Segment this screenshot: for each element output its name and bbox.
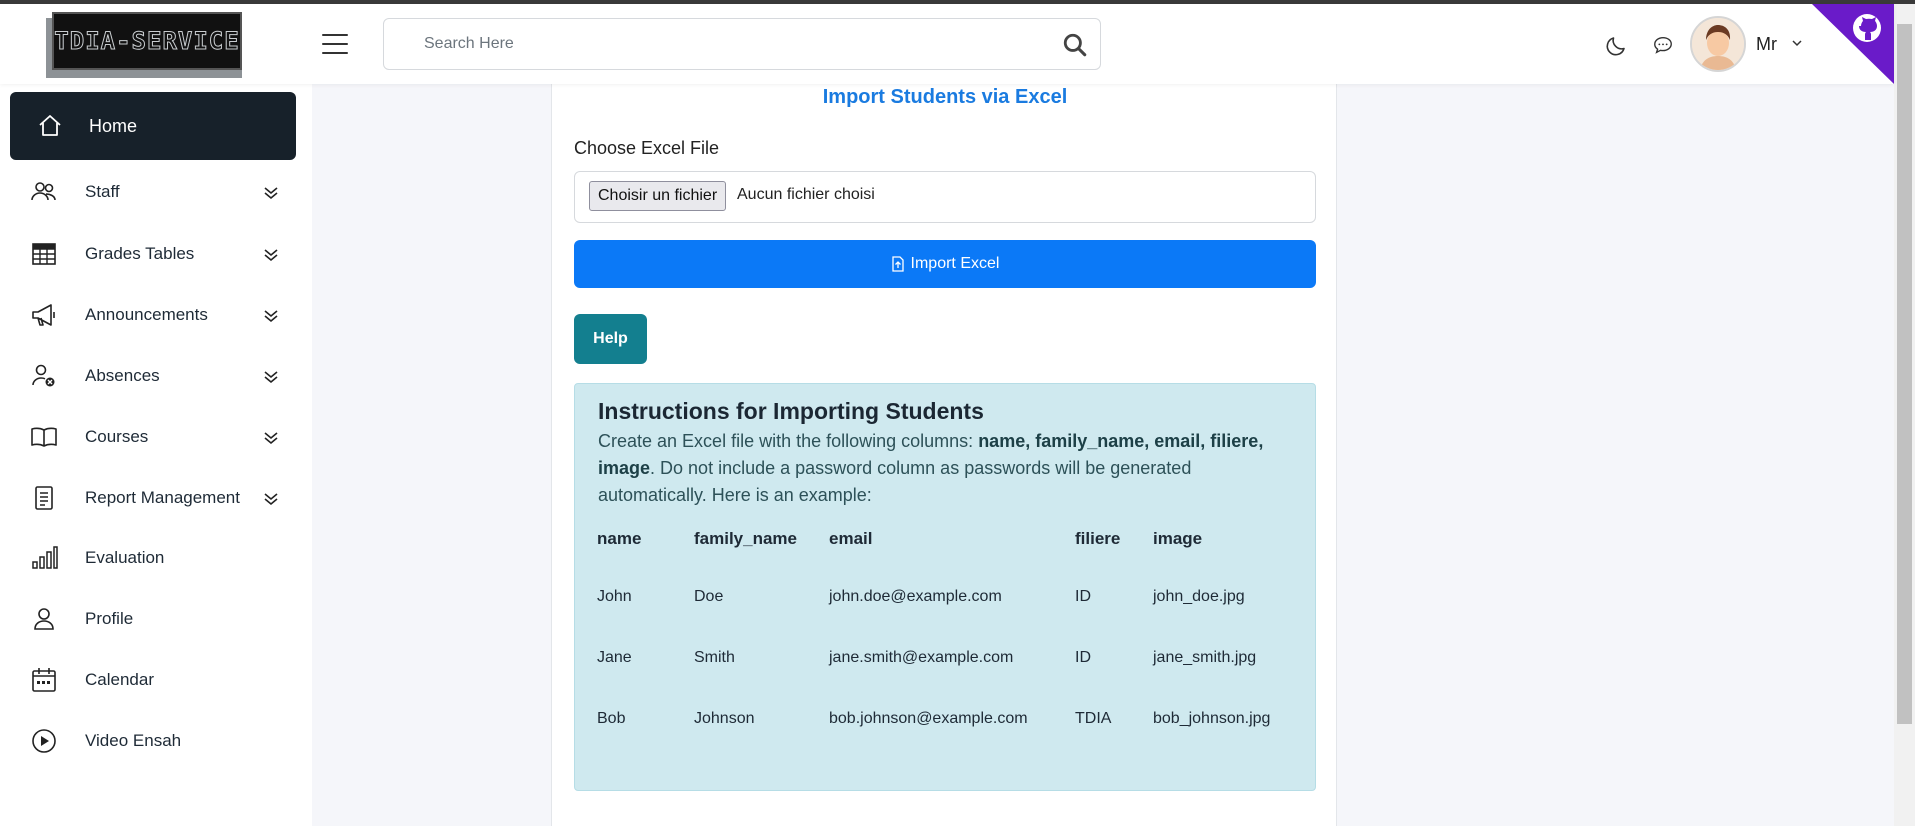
- top-header: TDIA-SERVICE Mr: [0, 4, 1894, 84]
- page-title: Import Students via Excel: [822, 86, 1068, 108]
- user-icon: [34, 608, 54, 630]
- sidebar-item-announcements[interactable]: Announcements: [0, 285, 312, 345]
- instructions-description: Create an Excel file with the following …: [598, 431, 1264, 505]
- sidebar-item-calendar[interactable]: Calendar: [0, 650, 312, 710]
- logo-text: TDIA-SERVICE: [54, 27, 240, 56]
- import-excel-button[interactable]: Import Excel: [574, 240, 1316, 288]
- megaphone-icon: [32, 304, 55, 326]
- home-icon: [39, 115, 61, 136]
- user-x-icon: [32, 364, 55, 387]
- bar-chart-icon: [32, 546, 58, 569]
- chevron-down-icon: [264, 493, 278, 506]
- table-header-row: name family_name email filiere image: [597, 512, 1283, 566]
- table-row: John Doe john.doe@example.com ID john_do…: [597, 566, 1283, 627]
- play-circle-icon: [32, 729, 56, 753]
- sidebar-item-report-management[interactable]: Report Management: [0, 468, 312, 528]
- table-cell: ID: [1075, 587, 1091, 605]
- document-icon: [35, 486, 53, 510]
- table-cell: john_doe.jpg: [1153, 587, 1245, 605]
- instructions-panel: Instructions for Importing Students Crea…: [574, 383, 1316, 791]
- avatar-face-icon: [1692, 18, 1744, 70]
- sidebar-item-home[interactable]: Home: [10, 92, 296, 160]
- table-row: Jane Smith jane.smith@example.com ID jan…: [597, 627, 1283, 688]
- file-label: Choose Excel File: [574, 138, 720, 158]
- sidebar-item-courses[interactable]: Courses: [0, 407, 312, 467]
- chevron-down-icon[interactable]: [1790, 36, 1804, 50]
- table-cell: ID: [1075, 648, 1091, 666]
- table-cell: John: [597, 587, 632, 605]
- column-header: email: [829, 529, 873, 548]
- file-status: Aucun fichier choisi: [737, 186, 875, 203]
- users-icon: [31, 182, 56, 201]
- chat-icon[interactable]: [1652, 34, 1674, 56]
- sidebar-item-absences[interactable]: Absences: [0, 346, 312, 406]
- page-scrollbar[interactable]: [1894, 4, 1915, 826]
- import-card: Import Students via Excel Choose Excel F…: [551, 84, 1337, 826]
- chevron-down-icon: [264, 371, 278, 384]
- sidebar: Home Staff Grades Tables Announcements A…: [0, 84, 312, 826]
- column-header: name: [597, 529, 642, 548]
- file-arrow-up-icon: [891, 256, 904, 272]
- sidebar-item-staff[interactable]: Staff: [0, 162, 312, 222]
- table-cell: TDIA: [1075, 709, 1112, 727]
- column-header: filiere: [1075, 529, 1121, 548]
- chevron-down-icon: [264, 310, 278, 323]
- table-cell: jane_smith.jpg: [1153, 648, 1257, 666]
- table-cell: bob.johnson@example.com: [829, 709, 1028, 727]
- table-cell: jane.smith@example.com: [829, 648, 1014, 666]
- sidebar-item-grades-tables[interactable]: Grades Tables: [0, 224, 312, 284]
- table-row: Bob Johnson bob.johnson@example.com TDIA…: [597, 688, 1283, 749]
- chevron-down-icon: [264, 432, 278, 445]
- search-icon[interactable]: [1062, 32, 1088, 58]
- file-input[interactable]: Choisir un fichier Aucun fichier choisi: [574, 171, 1316, 223]
- column-header: family_name: [694, 529, 797, 548]
- help-button[interactable]: Help: [574, 314, 647, 364]
- menu-toggle-icon[interactable]: [322, 34, 348, 56]
- table-cell: Smith: [694, 648, 735, 666]
- table-icon: [32, 243, 56, 265]
- column-header: image: [1153, 529, 1203, 548]
- table-cell: bob_johnson.jpg: [1153, 709, 1271, 727]
- chevron-down-icon: [264, 187, 278, 200]
- table-cell: john.doe@example.com: [829, 587, 1002, 605]
- table-cell: Jane: [597, 648, 632, 666]
- import-excel-label: Import Excel: [910, 255, 1000, 272]
- choose-file-button[interactable]: Choisir un fichier: [589, 181, 727, 211]
- search-input[interactable]: [404, 19, 1034, 69]
- table-cell: Bob: [597, 709, 626, 727]
- book-icon: [31, 427, 57, 447]
- github-corner-icon[interactable]: [1812, 4, 1894, 84]
- instructions-title: Instructions for Importing Students: [598, 398, 984, 424]
- dark-mode-moon-icon[interactable]: [1604, 34, 1628, 58]
- calendar-icon: [32, 668, 56, 692]
- user-name[interactable]: Mr: [1756, 34, 1777, 55]
- chevron-down-icon: [264, 249, 278, 262]
- search-bar: [383, 18, 1101, 70]
- sidebar-item-evaluation[interactable]: Evaluation: [0, 528, 312, 588]
- table-cell: Doe: [694, 587, 724, 605]
- logo[interactable]: TDIA-SERVICE: [46, 12, 248, 78]
- sidebar-item-profile[interactable]: Profile: [0, 589, 312, 649]
- example-table: name family_name email filiere image Joh…: [597, 512, 1283, 749]
- avatar[interactable]: [1690, 16, 1746, 72]
- sidebar-item-video-ensah[interactable]: Video Ensah: [0, 711, 312, 771]
- table-cell: Johnson: [694, 709, 755, 727]
